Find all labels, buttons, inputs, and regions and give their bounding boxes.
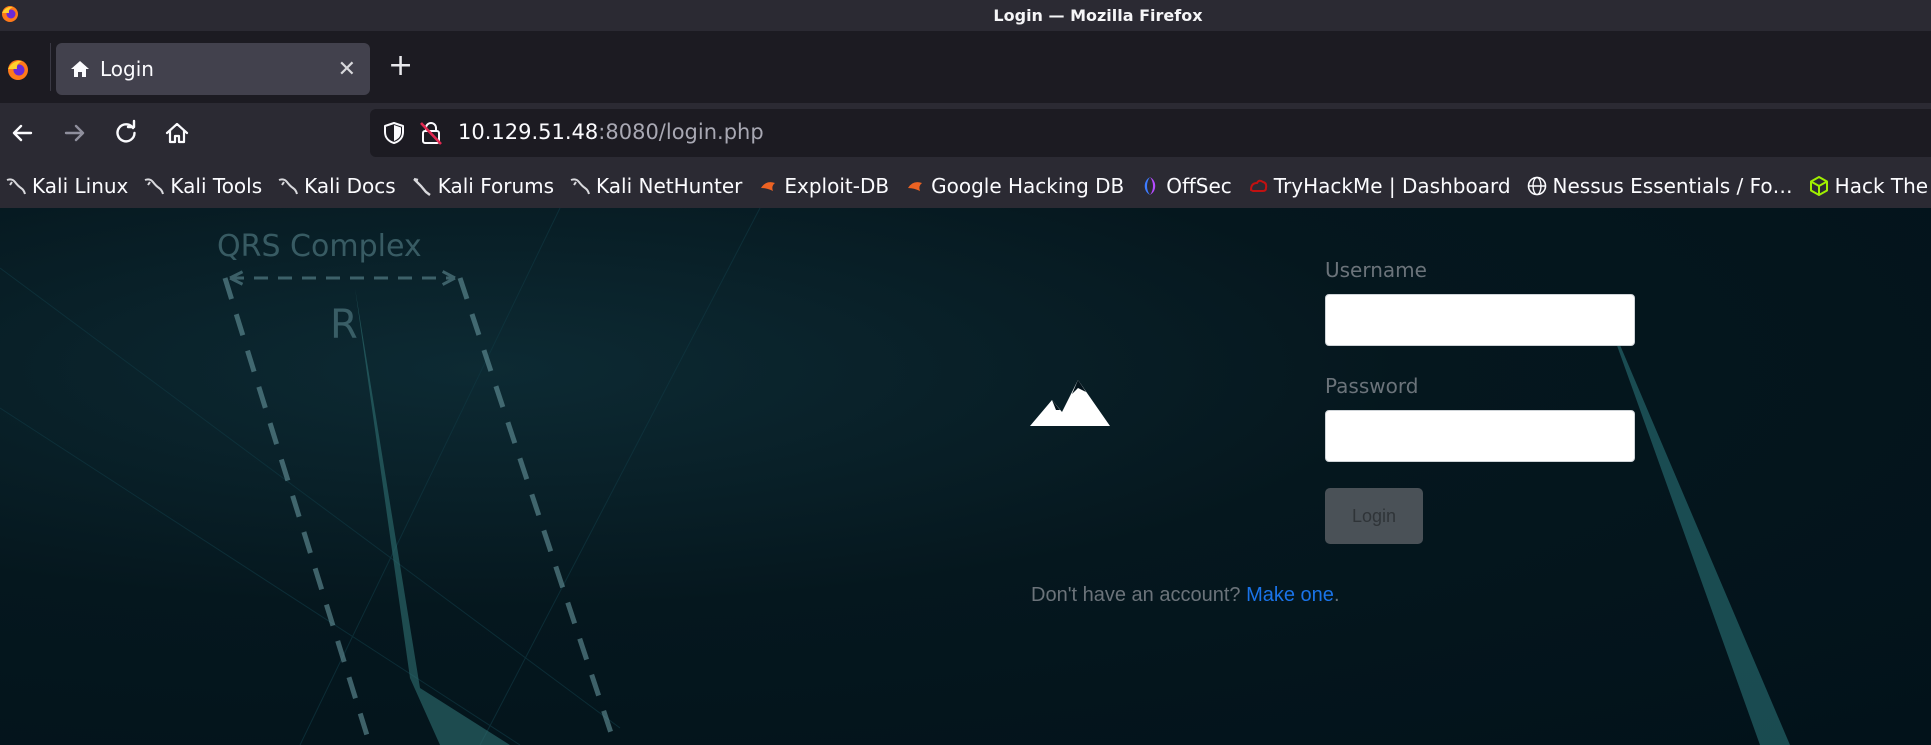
bookmark-label: Exploit-DB	[784, 173, 890, 198]
signup-period: .	[1333, 584, 1340, 606]
bookmark-hack-the-box[interactable]: Hack The Box	[1809, 174, 1931, 198]
diagram-letter: R	[330, 302, 358, 348]
bookmark-nessus[interactable]: Nessus Essentials / Fo…	[1527, 174, 1793, 198]
new-tab-button[interactable]: +	[388, 51, 413, 81]
url-path: :8080/login.php	[598, 120, 764, 144]
bookmark-label: Kali Docs	[304, 173, 396, 198]
hackthebox-icon	[1809, 175, 1828, 196]
bookmark-kali-forums[interactable]: Kali Forums	[412, 174, 554, 198]
tryhackme-icon	[1249, 179, 1267, 192]
kali-dragon-icon	[570, 177, 591, 194]
bookmark-label: Google Hacking DB	[931, 173, 1125, 198]
navigation-bar: 10.129.51.48:8080/login.php	[0, 103, 1931, 163]
firefox-view-icon[interactable]	[6, 58, 30, 82]
background-ecg-artwork: QRS Complex R	[0, 208, 1790, 745]
globe-icon	[1527, 176, 1546, 195]
reload-icon[interactable]	[112, 119, 140, 147]
insecure-lock-icon[interactable]	[420, 121, 442, 145]
bookmark-exploit-db[interactable]: Exploit-DB	[758, 174, 889, 198]
password-label: Password	[1325, 374, 1419, 398]
bookmark-label: Kali Forums	[437, 173, 555, 198]
mountain-logo-icon	[1030, 380, 1110, 426]
bookmark-kali-tools[interactable]: Kali Tools	[144, 174, 262, 198]
signup-text: Don't have an account?	[1031, 584, 1241, 606]
bookmark-kali-linux[interactable]: Kali Linux	[6, 174, 128, 198]
window-titlebar: Login — Mozilla Firefox	[0, 0, 1931, 31]
exploit-db-icon	[908, 181, 923, 191]
url-bar[interactable]: 10.129.51.48:8080/login.php	[370, 109, 1931, 157]
username-label: Username	[1325, 258, 1427, 282]
window-title: Login — Mozilla Firefox	[993, 6, 1203, 25]
bookmark-google-hacking-db[interactable]: Google Hacking DB	[905, 174, 1124, 198]
forward-arrow-icon[interactable]	[60, 119, 88, 147]
bookmark-label: Kali Tools	[170, 173, 263, 198]
home-icon	[71, 61, 89, 77]
close-tab-icon[interactable]: ✕	[338, 57, 356, 82]
bookmark-kali-nethunter[interactable]: Kali NetHunter	[570, 174, 742, 198]
kali-dragon-icon	[145, 177, 165, 194]
page-content: QRS Complex R Username Password Login Do…	[0, 208, 1931, 745]
bookmark-label: Nessus Essentials / Fo…	[1552, 173, 1793, 198]
kali-dragon-icon	[412, 177, 431, 196]
home-icon[interactable]	[163, 119, 191, 147]
firefox-icon[interactable]	[0, 4, 20, 24]
make-account-link[interactable]: Make one	[1246, 584, 1334, 606]
login-form: Username Password Login	[1325, 258, 1635, 544]
url-text[interactable]: 10.129.51.48:8080/login.php	[458, 120, 764, 144]
signup-prompt: Don't have an account? Make one.	[1031, 584, 1340, 607]
bookmark-label: Kali NetHunter	[596, 173, 743, 198]
kali-dragon-icon	[6, 177, 26, 194]
bookmark-label: Hack The Box	[1834, 173, 1931, 198]
bookmark-label: OffSec	[1166, 173, 1232, 198]
url-host: 10.129.51.48	[458, 120, 599, 144]
bookmark-offsec[interactable]: OffSec	[1140, 174, 1232, 198]
kali-dragon-icon	[278, 177, 299, 194]
username-input[interactable]	[1325, 294, 1635, 346]
bookmark-label: TryHackMe | Dashboard	[1273, 173, 1511, 198]
diagram-title: QRS Complex	[217, 229, 422, 264]
bookmark-label: Kali Linux	[32, 173, 129, 198]
password-input[interactable]	[1325, 410, 1635, 462]
bookmark-tryhackme[interactable]: TryHackMe | Dashboard	[1248, 174, 1511, 198]
back-arrow-icon[interactable]	[9, 119, 37, 147]
bookmark-kali-docs[interactable]: Kali Docs	[278, 174, 396, 198]
bookmarks-toolbar: Kali Linux Kali Tools Kali Docs Kali For…	[0, 163, 1931, 208]
tracking-protection-shield-icon[interactable]	[382, 121, 406, 145]
tab-title: Login	[100, 57, 154, 81]
login-button[interactable]: Login	[1325, 488, 1423, 544]
tab-separator	[50, 43, 51, 91]
offsec-icon	[1145, 176, 1156, 195]
tab-login[interactable]: Login ✕	[56, 43, 370, 95]
tab-strip: Login ✕ +	[0, 31, 1931, 103]
exploit-db-icon	[761, 181, 776, 191]
